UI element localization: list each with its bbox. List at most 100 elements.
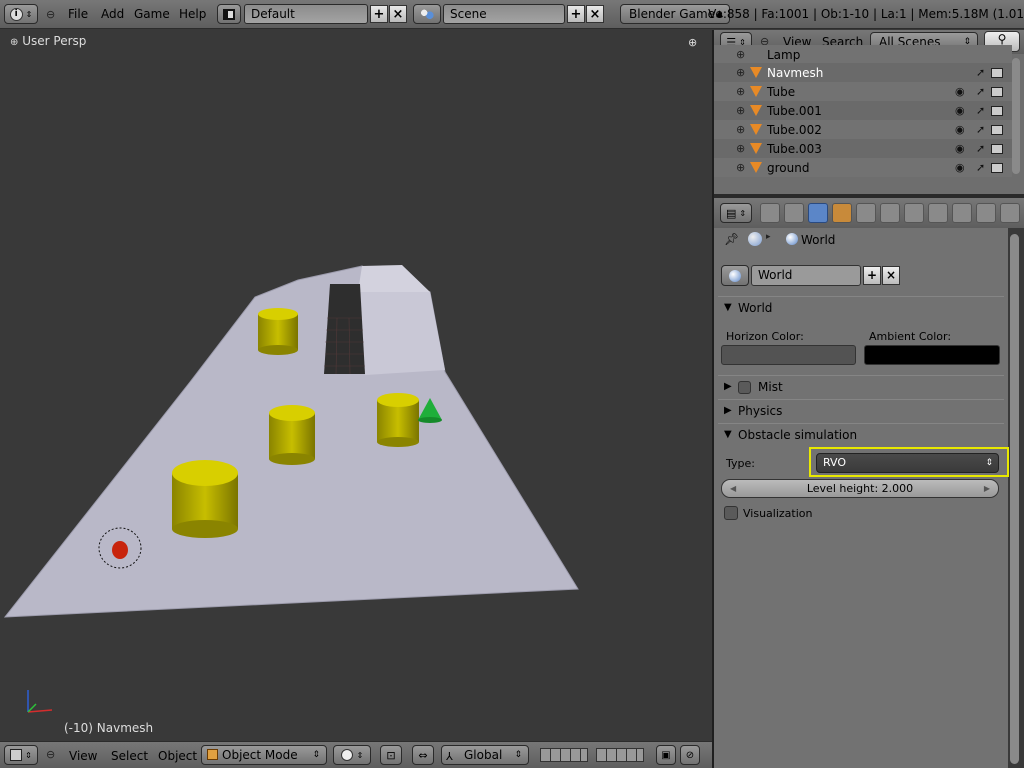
expand-icon[interactable]: ⊕ — [736, 85, 745, 98]
texture-tab-icon[interactable] — [952, 203, 972, 223]
dropdown-arrows-icon: ⇕ — [514, 750, 522, 760]
obstacle-type-dropdown[interactable]: RVO ⇕ — [816, 453, 999, 473]
scene-tab-icon[interactable] — [784, 203, 804, 223]
outliner-row[interactable]: ⊕ Tube.002 ◉ ➚ — [714, 120, 1012, 139]
remove-scene-icon[interactable]: × — [586, 5, 604, 23]
outliner-row[interactable]: ⊕ Tube ◉ ➚ — [714, 82, 1012, 101]
world-browse-button[interactable] — [721, 265, 749, 286]
collapse-menu-icon[interactable]: ⊖ — [46, 748, 55, 761]
expand-icon[interactable]: ⊕ — [736, 142, 745, 155]
render-restrict-icon[interactable] — [991, 162, 1003, 173]
select-restrict-icon[interactable]: ➚ — [976, 104, 985, 117]
panel-mist-title: Mist — [758, 380, 783, 394]
add-scene-icon[interactable]: + — [567, 5, 585, 23]
select-restrict-icon[interactable]: ➚ — [976, 123, 985, 136]
render-restrict-icon[interactable] — [991, 143, 1003, 154]
physics-tab-icon[interactable] — [1000, 203, 1020, 223]
panel-obstacle-header[interactable]: ▼ Obstacle simulation — [718, 423, 1004, 445]
ambient-color-swatch[interactable] — [864, 345, 1000, 365]
pivot-button[interactable]: ⊡ — [380, 745, 402, 765]
eye-icon[interactable]: ◉ — [955, 123, 965, 136]
select-restrict-icon[interactable]: ➚ — [976, 161, 985, 174]
layers-group-2[interactable] — [596, 748, 644, 762]
world-name-field[interactable]: World — [751, 265, 861, 286]
expand-icon[interactable]: ⊕ — [736, 123, 745, 136]
outliner-scrollbar[interactable] — [1012, 58, 1020, 174]
render-restrict-icon[interactable] — [991, 67, 1003, 78]
snap-button[interactable]: ⊘ — [680, 745, 700, 765]
cylinder-middle — [269, 405, 315, 465]
editor-type-button[interactable]: i ⇕ — [4, 4, 38, 24]
outliner-item-name: Tube.002 — [767, 122, 822, 137]
horizon-color-swatch[interactable] — [721, 345, 856, 365]
menu-file[interactable]: File — [68, 7, 88, 21]
outliner-row[interactable]: ⊕ Tube.001 ◉ ➚ — [714, 101, 1012, 120]
menu-view[interactable]: View — [69, 749, 97, 763]
layers-group-1[interactable] — [540, 748, 588, 762]
outliner-item-name: Tube.001 — [767, 103, 822, 118]
scene-browse[interactable] — [413, 4, 441, 24]
eye-icon[interactable]: ◉ — [955, 142, 965, 155]
material-tab-icon[interactable] — [928, 203, 948, 223]
outliner-row[interactable]: ⊕ Navmesh ➚ — [714, 63, 1012, 82]
scene-field[interactable]: Scene — [443, 4, 565, 24]
eye-icon[interactable]: ◉ — [955, 161, 965, 174]
screen-layout-field[interactable]: Default — [244, 4, 368, 24]
modifiers-tab-icon[interactable] — [880, 203, 900, 223]
properties-scrollbar[interactable] — [1010, 234, 1019, 764]
shading-dropdown[interactable]: ⇕ — [333, 745, 371, 765]
panel-physics-header[interactable]: ▶ Physics — [718, 399, 1004, 421]
expand-icon[interactable]: ⊕ — [736, 104, 745, 117]
expand-icon[interactable]: ⊕ — [736, 66, 745, 79]
outliner-row[interactable]: ⊕ Tube.003 ◉ ➚ — [714, 139, 1012, 158]
add-layout-icon[interactable]: + — [370, 5, 388, 23]
editor-type-3d[interactable]: ⇕ — [4, 745, 38, 765]
data-tab-icon[interactable] — [904, 203, 924, 223]
expand-icon[interactable]: ⊕ — [736, 161, 745, 174]
outliner-row[interactable]: ⊕ Lamp — [714, 45, 1012, 64]
render-restrict-icon[interactable] — [991, 105, 1003, 116]
menu-select[interactable]: Select — [111, 749, 148, 763]
render-restrict-icon[interactable] — [991, 86, 1003, 97]
level-height-slider[interactable]: ◀ Level height: 2.000 ▶ — [721, 479, 999, 498]
unlink-world-icon[interactable]: × — [882, 266, 900, 285]
particles-tab-icon[interactable] — [976, 203, 996, 223]
view-plus-icon[interactable]: ⊕ — [10, 37, 18, 48]
new-world-icon[interactable]: + — [863, 266, 881, 285]
manipulator-button[interactable]: ⇔ — [412, 745, 434, 765]
render-tab-icon[interactable] — [760, 203, 780, 223]
viewport-toggle-icon[interactable]: ⊕ — [688, 36, 697, 49]
select-restrict-icon[interactable]: ➚ — [976, 142, 985, 155]
editor-type-properties[interactable]: ▤ ⇕ — [720, 203, 752, 223]
menu-object[interactable]: Object — [158, 749, 197, 763]
render-restrict-icon[interactable] — [991, 124, 1003, 135]
select-restrict-icon[interactable]: ➚ — [976, 66, 985, 79]
expand-icon[interactable]: ⊕ — [736, 48, 745, 61]
panel-mist-header[interactable]: ▶ Mist — [718, 375, 1004, 397]
collapse-menu-icon[interactable]: ⊖ — [46, 8, 55, 21]
increment-arrow-icon[interactable]: ▶ — [984, 480, 990, 497]
lock-layers-button[interactable]: ▣ — [656, 745, 676, 765]
breadcrumb-world: World — [801, 233, 836, 247]
world-tab-icon[interactable] — [808, 203, 828, 223]
menu-add[interactable]: Add — [101, 7, 124, 21]
menu-help[interactable]: Help — [179, 7, 206, 21]
select-restrict-icon[interactable]: ➚ — [976, 85, 985, 98]
pin-icon[interactable]: 📌︎ — [724, 232, 739, 246]
eye-icon[interactable]: ◉ — [955, 104, 965, 117]
remove-layout-icon[interactable]: × — [389, 5, 407, 23]
3d-viewport[interactable]: ⊕ — [0, 30, 712, 740]
mist-checkbox[interactable] — [738, 381, 751, 394]
outliner-row[interactable]: ⊕ ground ◉ ➚ — [714, 158, 1012, 177]
orientation-dropdown[interactable]: ⅄ Global ⇕ — [441, 745, 529, 765]
menu-game[interactable]: Game — [134, 7, 170, 21]
screen-layout-browse[interactable] — [217, 4, 241, 24]
info-icon: i — [9, 7, 23, 21]
eye-icon[interactable]: ◉ — [955, 85, 965, 98]
panel-world-header[interactable]: ▼ World — [718, 296, 1004, 318]
object-tab-icon[interactable] — [832, 203, 852, 223]
decrement-arrow-icon[interactable]: ◀ — [730, 480, 736, 497]
visualization-checkbox[interactable] — [724, 506, 738, 520]
constraints-tab-icon[interactable] — [856, 203, 876, 223]
mode-dropdown[interactable]: Object Mode ⇕ — [201, 745, 327, 765]
